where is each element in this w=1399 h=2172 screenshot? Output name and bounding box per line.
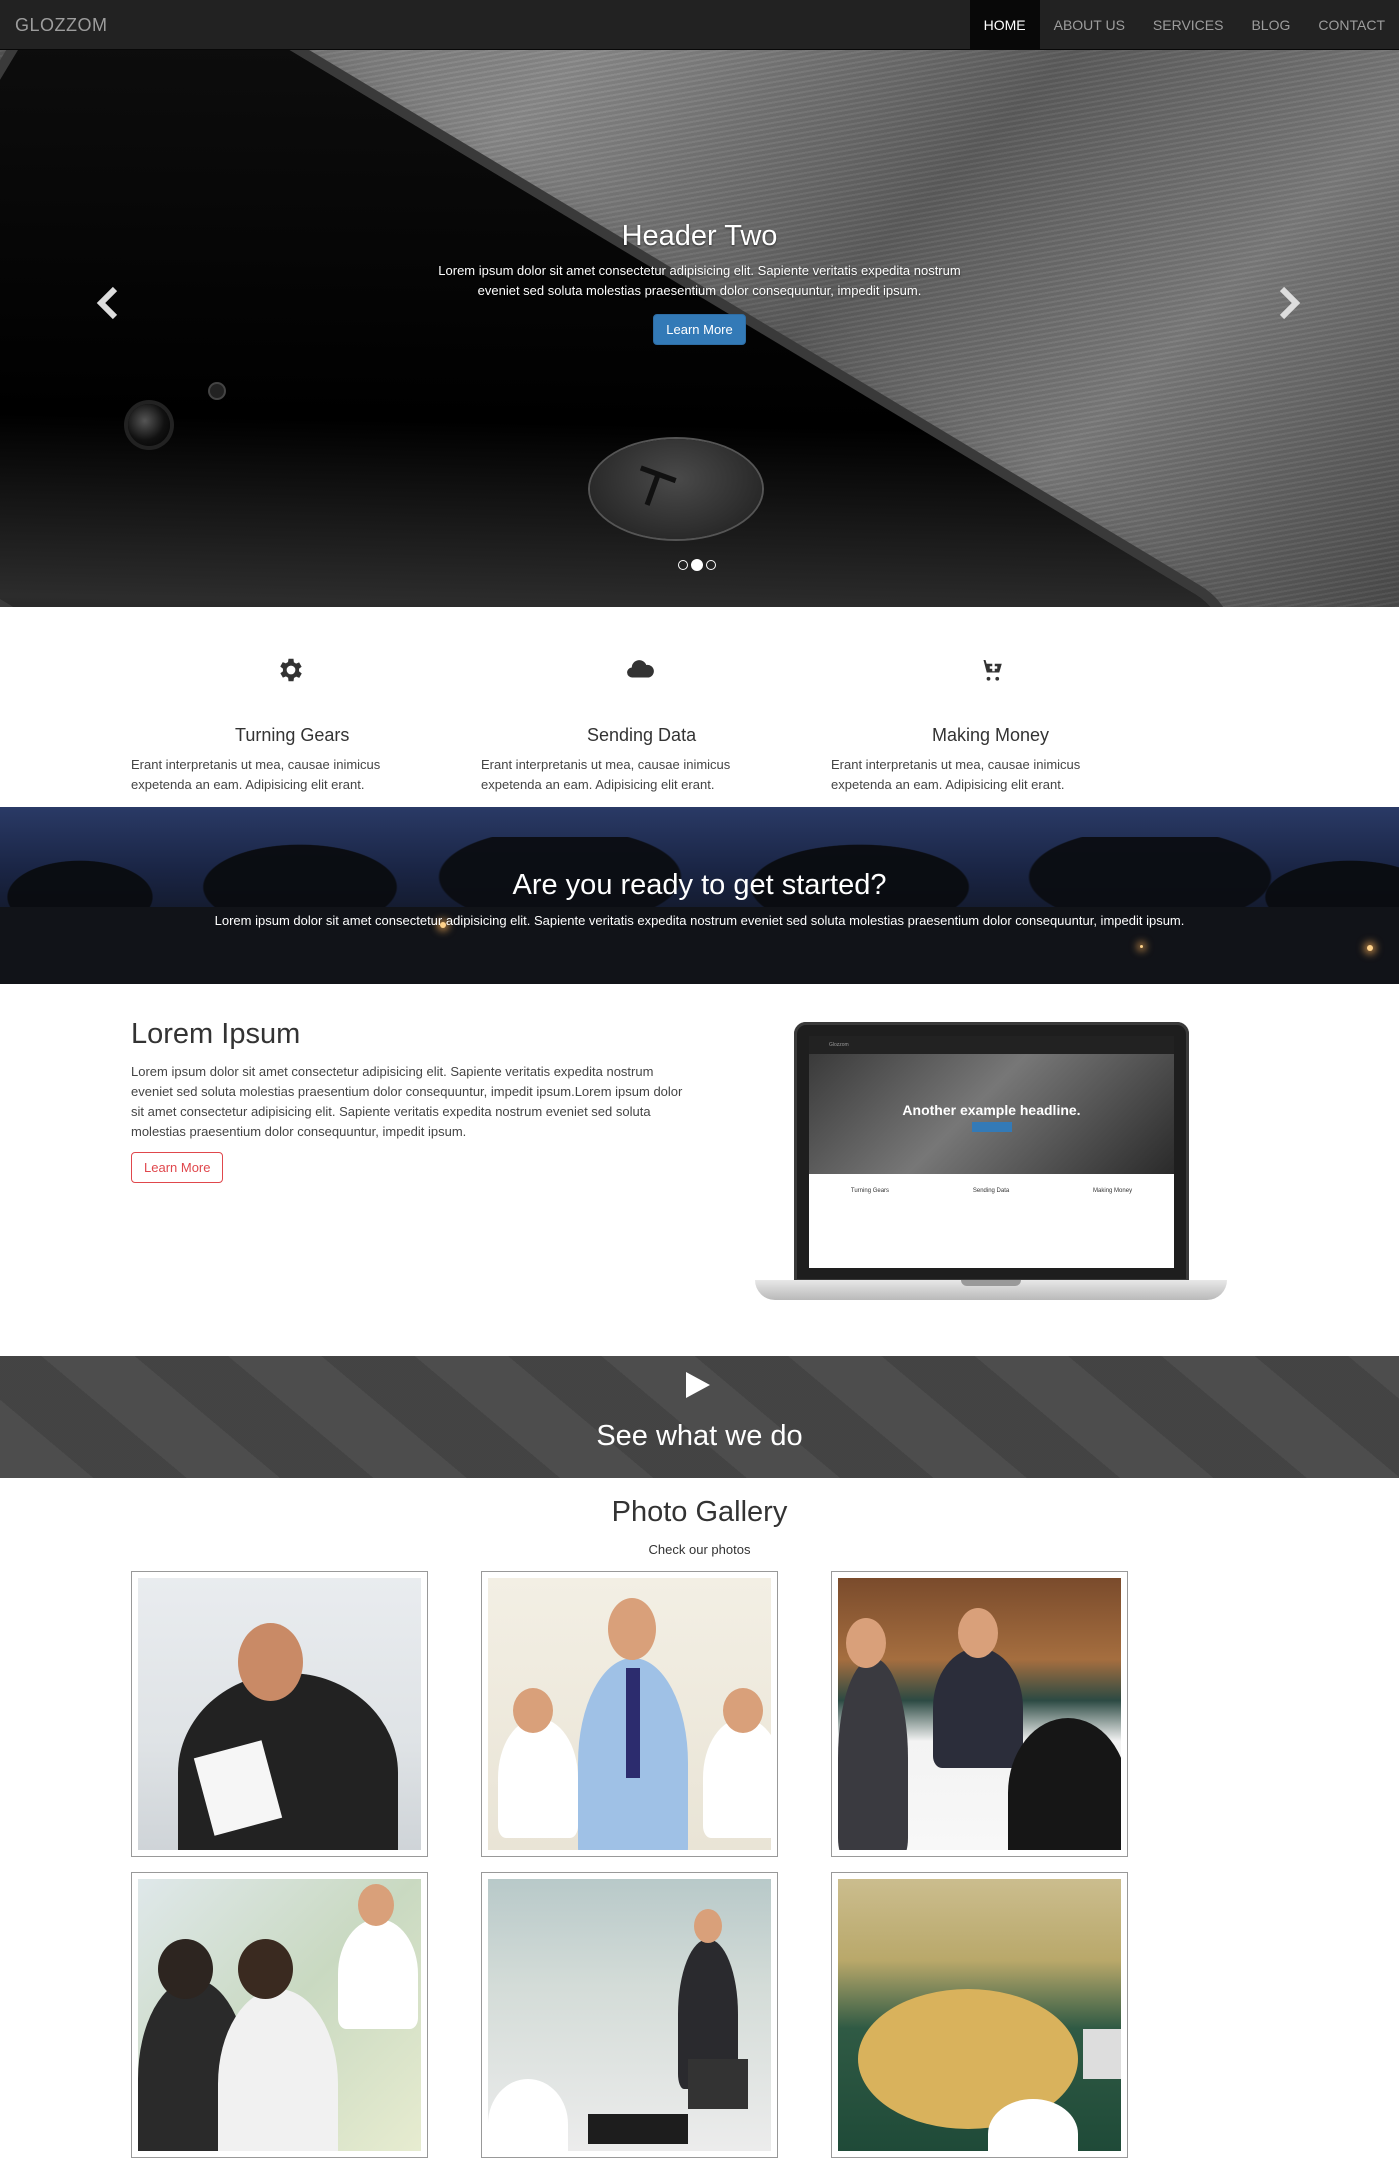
cta-title: Are you ready to get started? xyxy=(512,869,887,901)
features-section: Turning Gears Erant interpretanis ut mea… xyxy=(0,607,1399,807)
office-man-standing-head xyxy=(694,1909,722,1943)
cart-icon xyxy=(979,660,1002,681)
feature-text: Erant interpretanis ut mea, causae inimi… xyxy=(131,757,381,792)
worker-center xyxy=(218,1989,338,2151)
laptop-screen-button xyxy=(971,1122,1012,1132)
gallery-photo-2[interactable] xyxy=(481,1571,778,1857)
camera-lens xyxy=(128,404,170,446)
seated-man-right-head xyxy=(723,1688,763,1733)
feature-title: Turning Gears xyxy=(235,725,350,745)
video-title: See what we do xyxy=(596,1420,803,1452)
presenter-head xyxy=(238,1623,303,1701)
gallery-photo-3[interactable] xyxy=(831,1571,1128,1857)
seated-man-right xyxy=(703,1718,771,1838)
hero-text: Lorem ipsum dolor sit amet consectetur a… xyxy=(438,263,961,298)
worker-right-head xyxy=(358,1884,394,1926)
navbar: GLOZZOM HOME ABOUT US SERVICES BLOG CONT… xyxy=(0,0,1399,50)
hero-title: Header Two xyxy=(621,220,778,252)
meeting-man-left-head xyxy=(846,1618,886,1668)
meeting-man-center-head xyxy=(958,1608,998,1658)
camera-flash xyxy=(210,384,224,398)
feature-title: Sending Data xyxy=(587,725,697,745)
office-workers-photo xyxy=(138,1879,421,2151)
cloud-icon xyxy=(627,660,654,678)
hero-carousel: ⊤ Header Two Lorem ipsum dolor sit amet … xyxy=(0,50,1399,607)
about-learn-more-button[interactable]: Learn More xyxy=(131,1152,224,1183)
carousel-indicator-3[interactable] xyxy=(706,560,716,570)
carousel-indicators xyxy=(678,559,716,571)
laptop-screen: Glozzom Another example headline. Turnin… xyxy=(809,1036,1174,1268)
monitor xyxy=(688,2059,748,2109)
about-title: Lorem Ipsum xyxy=(131,1018,301,1050)
about-section: Lorem Ipsum Lorem ipsum dolor sit amet c… xyxy=(0,984,1399,1356)
nav-about[interactable]: ABOUT US xyxy=(1040,0,1139,50)
nav-services[interactable]: SERVICES xyxy=(1139,0,1238,50)
play-icon[interactable] xyxy=(686,1372,710,1398)
laptop-screen-feature: Making Money xyxy=(1093,1188,1133,1194)
nav-menu: HOME ABOUT US SERVICES BLOG CONTACT xyxy=(969,0,1399,50)
laptop-screen-features: Turning Gears Sending Data Making Money xyxy=(809,1174,1174,1194)
video-section: See what we do xyxy=(0,1356,1399,1478)
keyboard xyxy=(588,2114,688,2144)
seated-man-left xyxy=(498,1718,578,1838)
laptop-screen-nav: Glozzom xyxy=(809,1036,1174,1054)
hero-caption: Header Two Lorem ipsum dolor sit amet co… xyxy=(0,220,1399,345)
gallery-photo-6[interactable] xyxy=(831,1872,1128,2158)
hero-learn-more-button[interactable]: Learn More xyxy=(653,314,746,345)
laptop-notch xyxy=(961,1280,1021,1286)
meeting-woman-back xyxy=(1008,1718,1121,1850)
laptop-screen-hero: Another example headline. xyxy=(809,1054,1174,1174)
business-presenter-photo xyxy=(138,1578,421,1850)
carousel-indicator-1[interactable] xyxy=(678,560,688,570)
laptop-screen-headline: Another example headline. xyxy=(902,1102,1081,1118)
meeting-man-center xyxy=(933,1648,1023,1768)
standing-man-head xyxy=(608,1598,656,1660)
feature-text: Erant interpretanis ut mea, causae inimi… xyxy=(831,757,1081,792)
office-worker-phone xyxy=(488,2079,568,2151)
meeting-man-left xyxy=(838,1658,908,1850)
street-light xyxy=(1140,945,1143,948)
street-light xyxy=(1367,945,1373,951)
meeting-room-photo xyxy=(838,1578,1121,1850)
gallery-photo-4[interactable] xyxy=(131,1872,428,2158)
gear-icon xyxy=(280,658,302,682)
round-desk-office-photo xyxy=(838,1879,1121,2151)
worker-left-head xyxy=(158,1939,213,1999)
seated-man-left-head xyxy=(513,1688,553,1733)
office-man-standing-photo xyxy=(488,1578,771,1850)
cta-text: Lorem ipsum dolor sit amet consectetur a… xyxy=(214,913,1185,928)
laptop-screen-feature: Turning Gears xyxy=(850,1188,890,1194)
nav-contact[interactable]: CONTACT xyxy=(1304,0,1399,50)
laptop-screen-feature: Sending Data xyxy=(972,1188,1010,1194)
gallery-subtitle: Check our photos xyxy=(648,1542,751,1557)
carousel-indicator-2[interactable] xyxy=(691,559,703,571)
laptop-mockup-image: Glozzom Another example headline. Turnin… xyxy=(755,1022,1227,1312)
worker-center-head xyxy=(238,1939,293,1999)
gallery-title: Photo Gallery xyxy=(611,1496,788,1528)
cta-section: Are you ready to get started? Lorem ipsu… xyxy=(0,807,1399,984)
nav-blog[interactable]: BLOG xyxy=(1237,0,1304,50)
feature-text: Erant interpretanis ut mea, causae inimi… xyxy=(481,757,731,792)
tie xyxy=(626,1668,640,1778)
gallery-photo-1[interactable] xyxy=(131,1571,428,1857)
feature-title: Making Money xyxy=(932,725,1050,745)
open-office-photo xyxy=(488,1879,771,2151)
brand-logo[interactable]: GLOZZOM xyxy=(15,0,108,50)
worker-right xyxy=(338,1919,418,2029)
crt-monitor xyxy=(1083,2029,1121,2079)
nav-home[interactable]: HOME xyxy=(969,0,1040,50)
about-text: Lorem ipsum dolor sit amet consectetur a… xyxy=(131,1064,683,1139)
gallery-photo-5[interactable] xyxy=(481,1872,778,2158)
